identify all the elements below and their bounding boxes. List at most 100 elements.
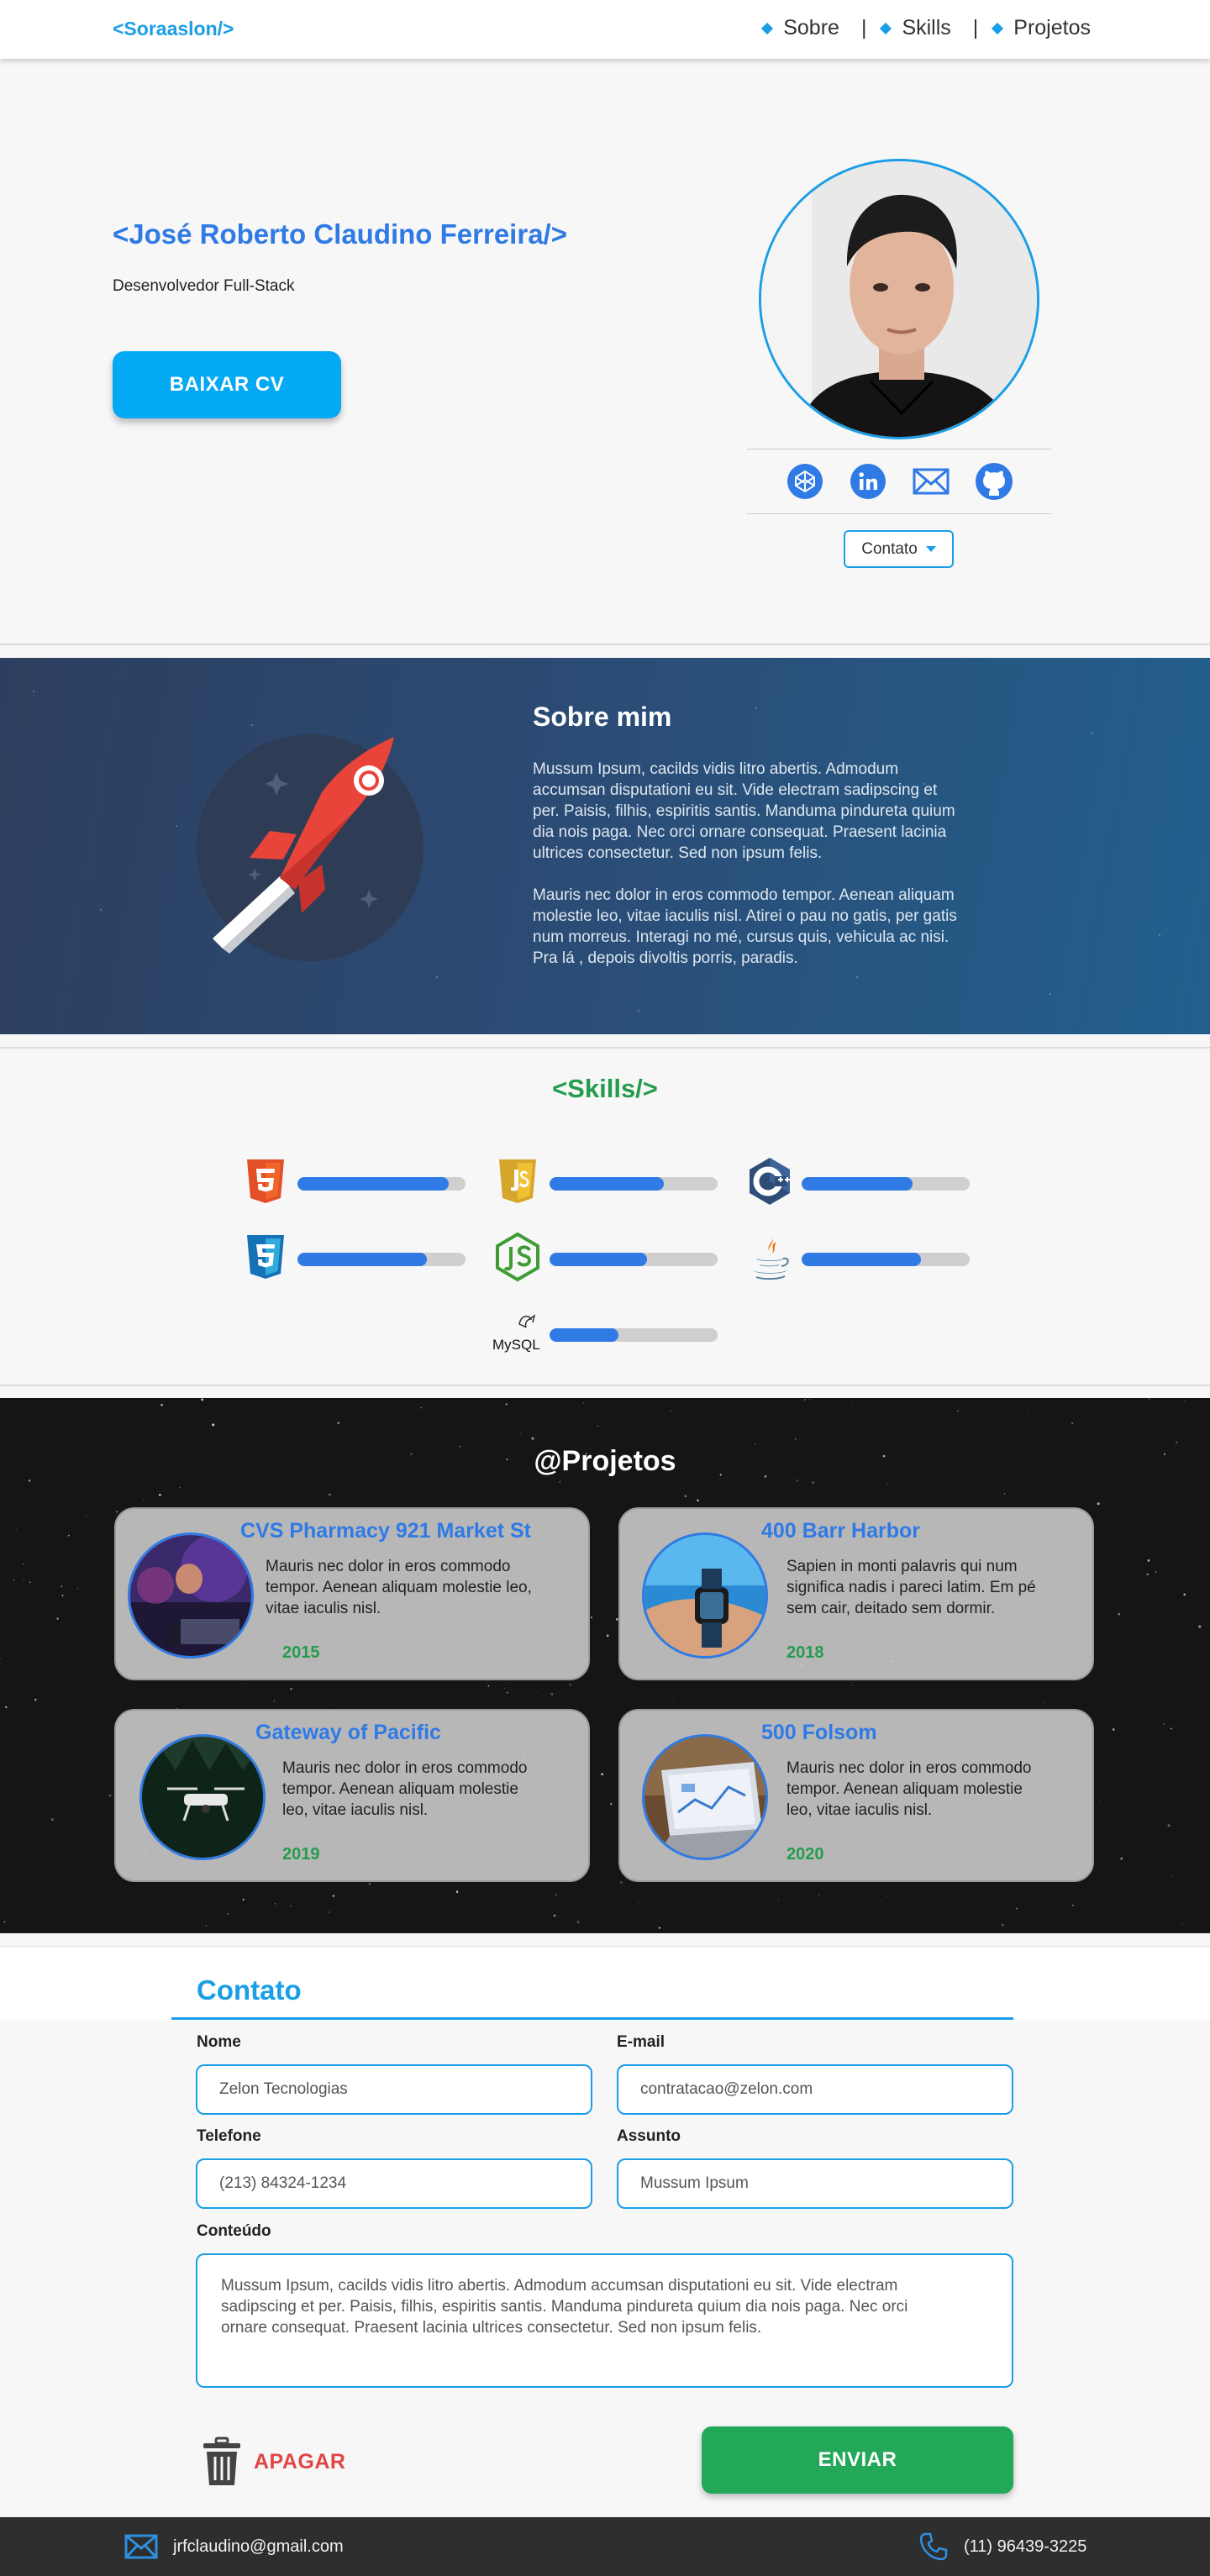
hero-role: Desenvolvedor Full-Stack (113, 277, 295, 295)
project-card[interactable]: 400 Barr Harbor Sapien in monti palavris… (618, 1507, 1094, 1680)
about-line: Pra lá , depois divoltis porris, paradis… (533, 949, 798, 967)
send-button[interactable]: ENVIAR (702, 2426, 1013, 2494)
project-desc-line: Mauris nec dolor in eros commodo (786, 1759, 1032, 1777)
mail-icon[interactable] (911, 461, 951, 502)
name-label: Nome (197, 2033, 241, 2051)
nav-item-label: Sobre (783, 16, 839, 39)
nav-item-projetos[interactable]: Projetos (992, 16, 1091, 40)
name-field[interactable]: Zelon Tecnologias (196, 2064, 592, 2115)
about-line: Mauris nec dolor in eros commodo tempor.… (533, 886, 955, 904)
project-thumbnail (128, 1532, 254, 1659)
skill-bar-fill (297, 1177, 449, 1191)
skill-bar-track (550, 1328, 718, 1342)
content-line: ornare consequat. Praesent lacinia ultri… (221, 2319, 762, 2337)
project-year: 2020 (786, 1845, 824, 1864)
mysql-logo-text: MySQL (492, 1337, 540, 1353)
nav-item-sobre[interactable]: Sobre (761, 16, 839, 40)
github-icon[interactable] (974, 461, 1014, 502)
linkedin-icon[interactable] (848, 461, 888, 502)
footer-phone-link[interactable]: (11) 96439-3225 (918, 2517, 1086, 2576)
footer-email-link[interactable]: jrfclaudino@gmail.com (124, 2517, 344, 2576)
about-line: molestie leo, vitae iaculis nisl. Atirei… (533, 907, 957, 925)
project-desc-line: Mauris nec dolor in eros commodo (282, 1759, 528, 1777)
about-line: dia nois paga. Nec orci ornare consequat… (533, 823, 947, 841)
project-desc-line: Sapien in monti palavris qui num (786, 1558, 1018, 1575)
about-title: Sobre mim (533, 702, 672, 732)
rocket-illustration (197, 734, 424, 961)
footer-email: jrfclaudino@gmail.com (173, 2537, 344, 2556)
contact-dropdown-label: Contato (861, 539, 918, 558)
content-label: Conteúdo (197, 2222, 271, 2240)
phone-icon (919, 2532, 948, 2561)
skill-cpp (743, 1156, 995, 1207)
project-title: 400 Barr Harbor (761, 1519, 920, 1543)
nav-item-label: Skills (902, 16, 951, 39)
skills-title: <Skills/> (552, 1074, 658, 1103)
project-card[interactable]: Gateway of Pacific Mauris nec dolor in e… (114, 1709, 590, 1882)
about-line: ultrices consectetur. Sed non ipsum feli… (533, 844, 823, 862)
skill-bar-fill (550, 1253, 647, 1266)
subject-label: Assunto (617, 2127, 681, 2145)
project-description: Mauris nec dolor in eros commodo tempor.… (282, 1758, 593, 1821)
footer-phone: (11) 96439-3225 (964, 2537, 1087, 2556)
skill-bar-track (550, 1177, 718, 1191)
content-line: Mussum Ipsum, cacilds vidis litro aberti… (221, 2277, 898, 2295)
project-desc-line: Mauris nec dolor in eros commodo (266, 1558, 511, 1575)
about-paragraph: Mussum Ipsum, cacilds vidis litro aberti… (533, 759, 1013, 864)
section-divider (0, 644, 1210, 645)
about-line: num morreus. Interagi no mé, cursus quis… (533, 928, 950, 946)
nav-item-skills[interactable]: Skills (880, 16, 951, 40)
codepen-icon[interactable] (785, 461, 825, 502)
phone-label: Telefone (197, 2127, 261, 2145)
project-card[interactable]: CVS Pharmacy 921 Market St Mauris nec do… (114, 1507, 590, 1680)
cpp-icon (743, 1156, 797, 1207)
clear-button[interactable]: APAGAR (202, 2428, 345, 2495)
nav-separator: | (972, 16, 979, 39)
javascript-icon (491, 1156, 544, 1207)
diamond-bullet-icon (992, 22, 1004, 34)
skill-bar-fill (802, 1253, 921, 1266)
diamond-bullet-icon (761, 22, 774, 34)
project-year: 2018 (786, 1643, 824, 1662)
project-card[interactable]: 500 Folsom Mauris nec dolor in eros comm… (618, 1709, 1094, 1882)
skill-javascript (491, 1156, 743, 1207)
css3-icon (239, 1232, 292, 1282)
about-line: per. Paisis, filhis, espiritis santis. M… (533, 802, 955, 820)
project-year: 2019 (282, 1845, 320, 1864)
mail-icon (124, 2534, 158, 2559)
project-year: 2015 (282, 1643, 320, 1662)
hero-name: <José Roberto Claudino Ferreira/> (113, 218, 567, 250)
phone-field[interactable]: (213) 84324-1234 (196, 2158, 592, 2209)
skill-java (743, 1232, 995, 1282)
about-line: accumsan disputationi eu sit. Vide elect… (533, 781, 938, 799)
project-description: Sapien in monti palavris qui num signifi… (786, 1556, 1097, 1619)
section-divider (0, 1385, 1210, 1386)
brand-logo[interactable]: <Soraaslon/> (113, 18, 234, 40)
project-title: 500 Folsom (761, 1721, 877, 1744)
subject-field[interactable]: Mussum Ipsum (617, 2158, 1013, 2209)
hero-section: <José Roberto Claudino Ferreira/> Desenv… (0, 59, 1210, 647)
email-label: E-mail (617, 2033, 666, 2051)
clear-button-label: APAGAR (254, 2449, 346, 2473)
trash-icon (203, 2437, 240, 2485)
project-desc-line: tempor. Aenean aliquam molestie (786, 1780, 1023, 1798)
caret-down-icon (925, 546, 936, 552)
email-field[interactable]: contratacao@zelon.com (617, 2064, 1013, 2115)
java-icon (743, 1232, 797, 1282)
project-title: CVS Pharmacy 921 Market St (240, 1519, 532, 1543)
project-thumbnail (642, 1734, 768, 1860)
profile-avatar (759, 159, 1039, 439)
skill-html5 (239, 1156, 491, 1207)
content-textarea[interactable]: Mussum Ipsum, cacilds vidis litro aberti… (196, 2253, 1013, 2388)
nodejs-icon (491, 1232, 544, 1282)
project-thumbnail (139, 1734, 266, 1860)
contact-dropdown[interactable]: Contato (844, 530, 954, 568)
nav-separator: | (860, 16, 867, 39)
project-title: Gateway of Pacific (255, 1721, 441, 1744)
about-paragraph: Mauris nec dolor in eros commodo tempor.… (533, 885, 1013, 969)
project-desc-line: leo, vitae iaculis nisl. (282, 1801, 429, 1819)
diamond-bullet-icon (880, 22, 892, 34)
download-cv-button[interactable]: BAIXAR CV (113, 351, 341, 418)
skills-section: <Skills/> MySQL (0, 1049, 1210, 1385)
skill-bar-track (802, 1177, 970, 1191)
